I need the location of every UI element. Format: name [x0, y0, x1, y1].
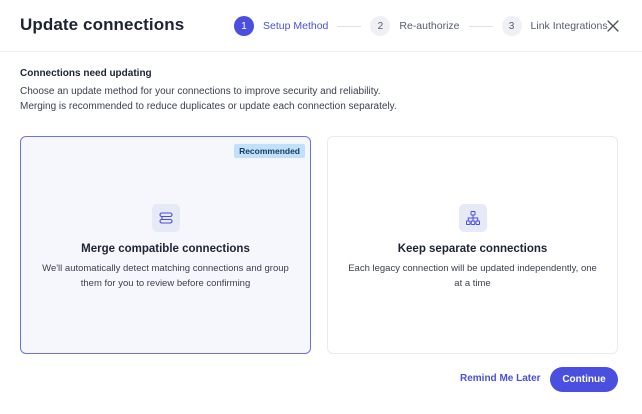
step-connector	[337, 25, 362, 27]
intro-line-2: Merging is recommended to reduce duplica…	[20, 101, 397, 112]
intro-section: Connections need updating Choose an upda…	[20, 68, 620, 114]
close-button[interactable]	[604, 17, 622, 35]
separate-option-description: Each legacy connection will be updated i…	[348, 263, 597, 289]
step-label: Setup Method	[263, 20, 329, 32]
separate-option-card[interactable]: Keep separate connections Each legacy co…	[327, 136, 618, 354]
step-link-integrations: 3 Link Integrations	[501, 16, 608, 36]
merge-option-title: Merge compatible connections	[81, 243, 250, 255]
separate-option-title: Keep separate connections	[397, 243, 548, 255]
step-connector	[468, 25, 493, 27]
step-re-authorize: 2 Re-authorize	[370, 16, 460, 36]
step-number: 1	[234, 16, 254, 36]
merge-option-card[interactable]: Recommended Merge compatible connections…	[20, 136, 311, 354]
step-number: 2	[370, 16, 391, 36]
modal-header: Update connections 1 Setup Method 2 Re-a…	[0, 0, 642, 52]
step-label: Link Integrations	[530, 20, 608, 32]
intro-line-1: Choose an update method for your connect…	[20, 86, 381, 97]
update-connections-modal: Update connections 1 Setup Method 2 Re-a…	[0, 0, 642, 414]
stepper: 1 Setup Method 2 Re-authorize 3 Link Int…	[234, 15, 608, 37]
hierarchy-icon	[458, 204, 487, 232]
merge-option-description: We'll automatically detect matching conn…	[42, 263, 289, 289]
merge-icon	[151, 204, 180, 232]
remind-me-later-button[interactable]: Remind Me Later	[460, 373, 541, 384]
recommended-badge: Recommended	[234, 144, 305, 158]
step-number: 3	[501, 16, 522, 36]
step-setup-method: 1 Setup Method	[234, 16, 328, 36]
step-label: Re-authorize	[399, 20, 460, 32]
continue-button[interactable]: Continue	[550, 367, 618, 392]
modal-title: Update connections	[20, 15, 185, 34]
close-icon	[607, 20, 619, 32]
intro-heading: Connections need updating	[20, 68, 152, 79]
